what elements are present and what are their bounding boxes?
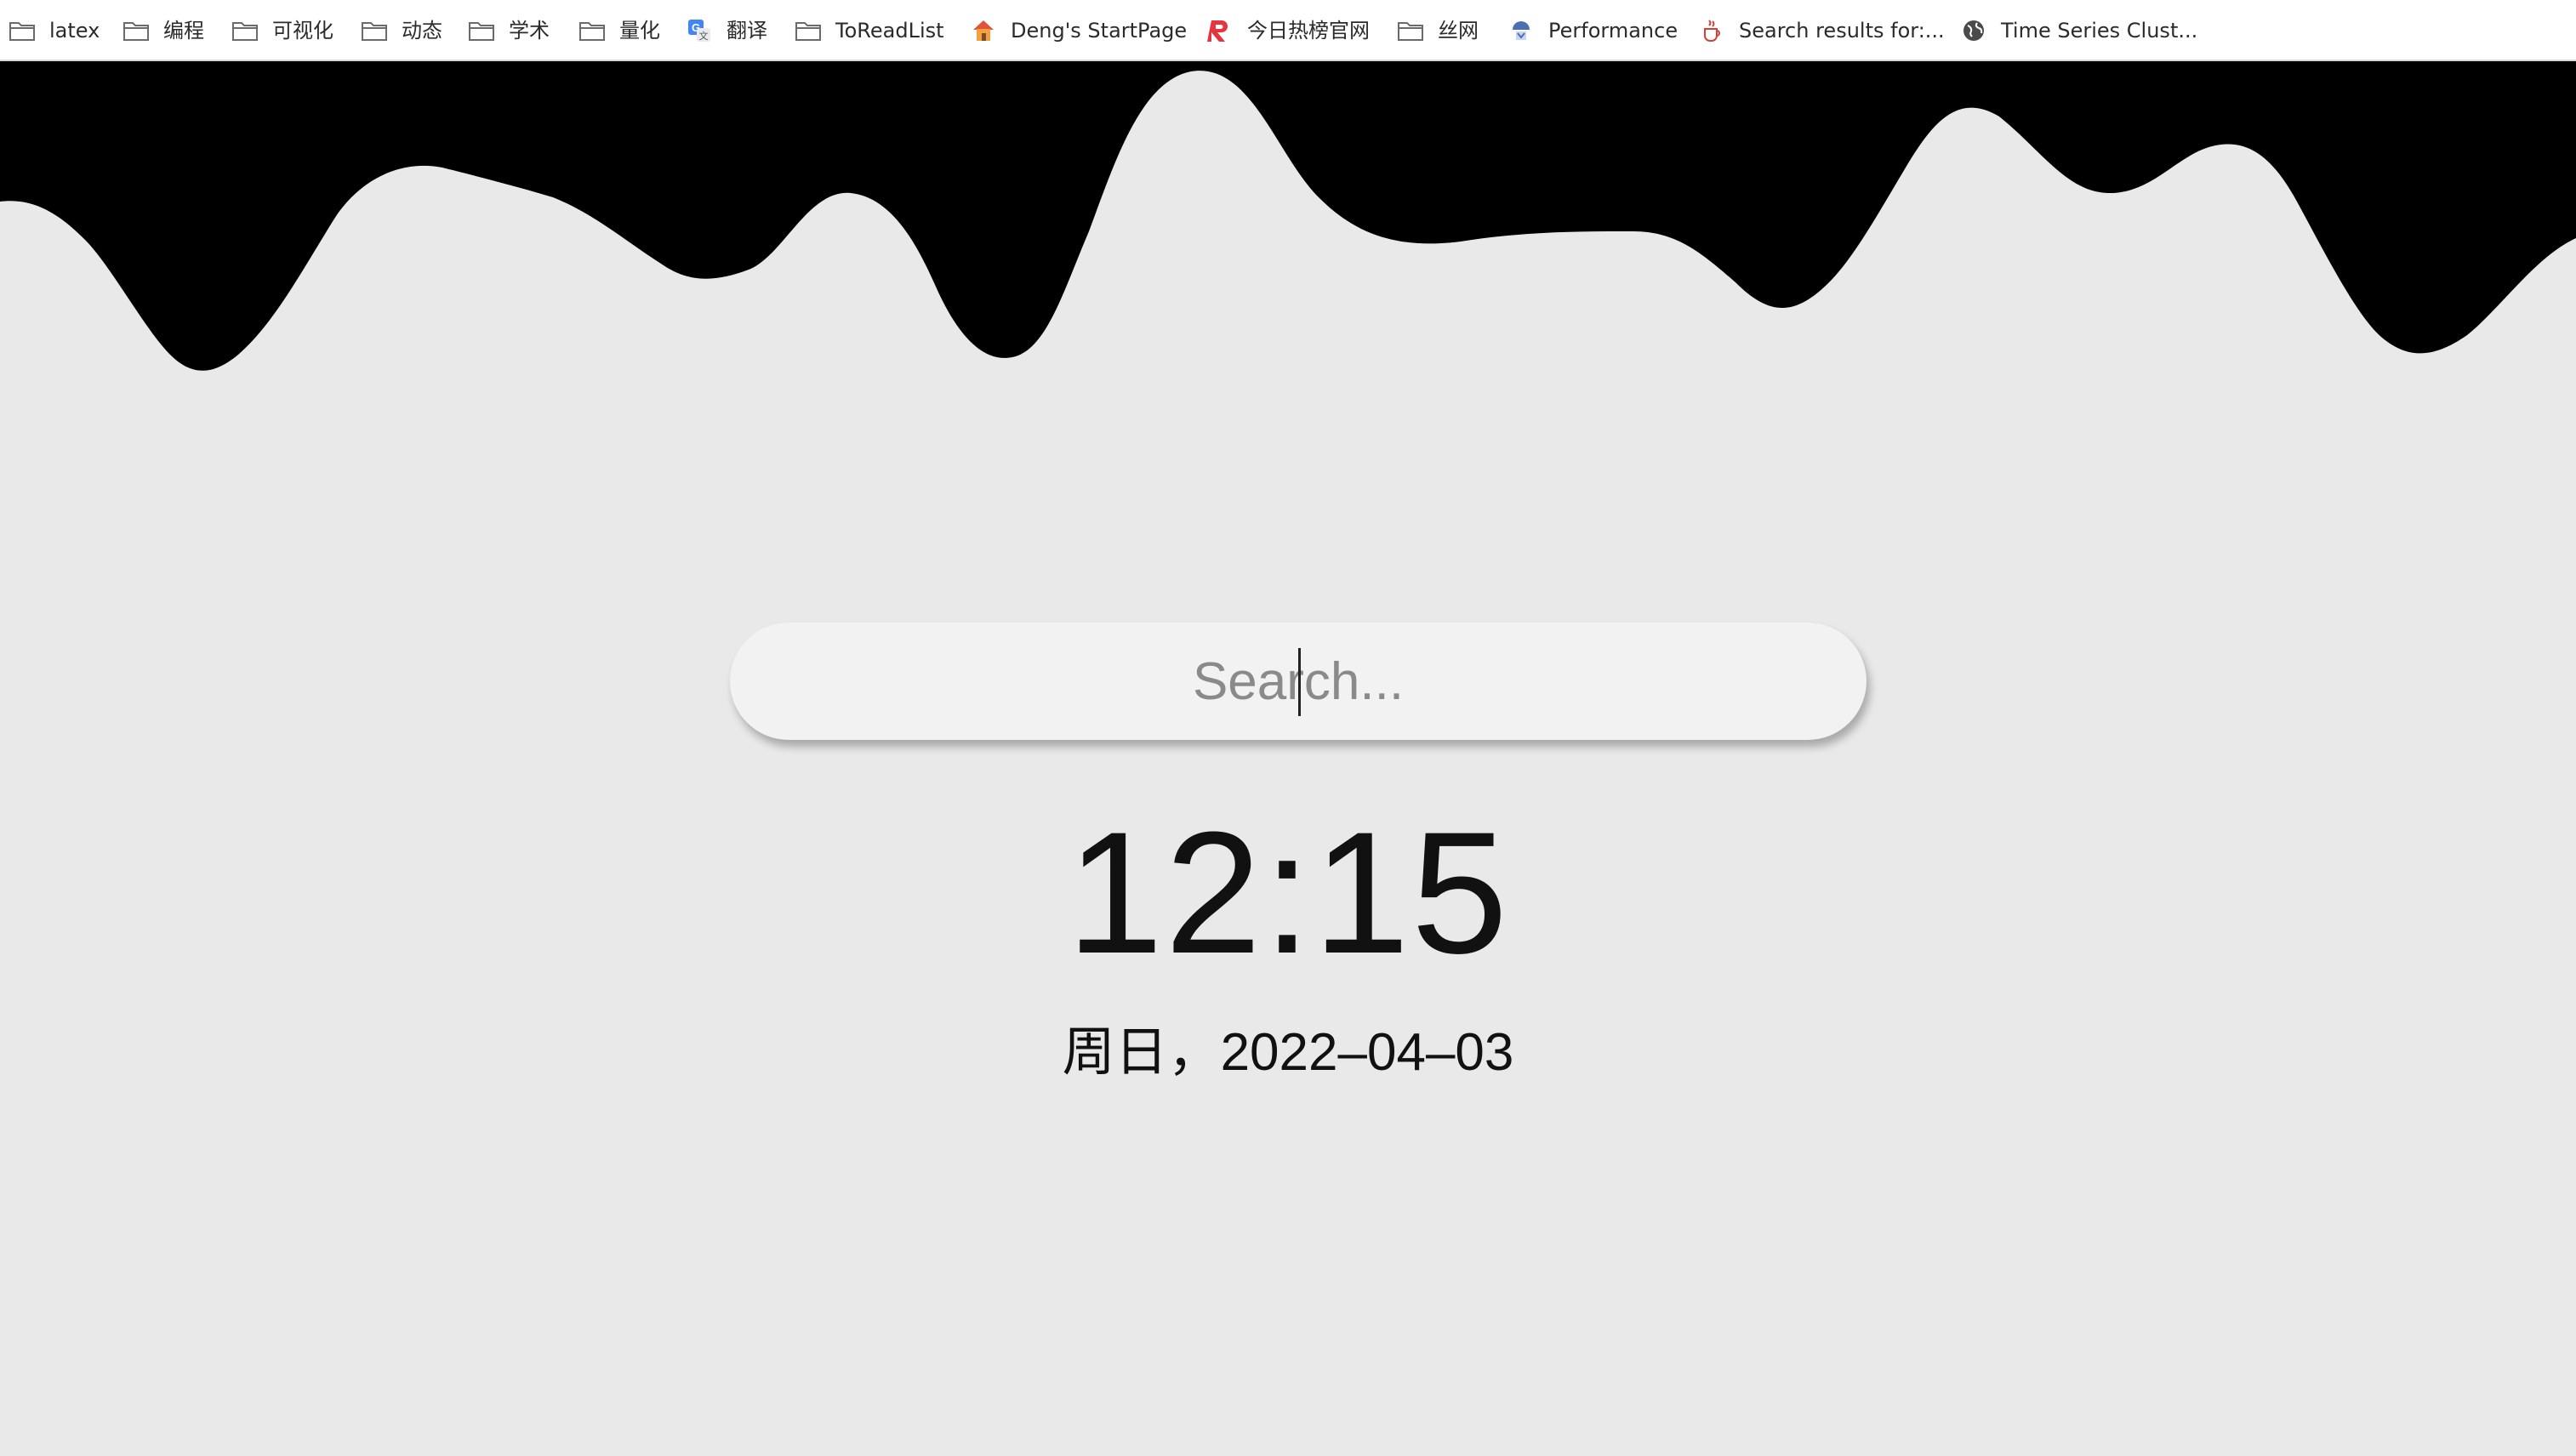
clock-time: 12:15 bbox=[1066, 796, 1510, 990]
svg-text:文: 文 bbox=[699, 30, 709, 42]
bookmark-deng-startpage[interactable]: Deng's StartPage bbox=[970, 15, 1187, 46]
folder-icon bbox=[9, 17, 36, 44]
bookmark-label: Performance bbox=[1548, 19, 1678, 43]
hero-wave bbox=[0, 61, 2576, 371]
clock-date: 周日，2022–04–03 bbox=[1062, 1023, 1514, 1082]
bookmarks-bar: latex 编程 可视化 动态 学术 量化 G文 翻译 ToReadList D… bbox=[0, 0, 2576, 61]
bookmark-label: 今日热榜官网 bbox=[1247, 19, 1370, 43]
globe-icon bbox=[1960, 17, 1987, 44]
bookmark-xueshu[interactable]: 学术 bbox=[468, 15, 550, 46]
bookmark-performance[interactable]: Performance bbox=[1507, 15, 1678, 46]
red-r-logo-icon bbox=[1206, 17, 1234, 44]
bookmark-label: 动态 bbox=[402, 19, 442, 43]
house-icon bbox=[970, 17, 997, 44]
performance-icon bbox=[1507, 17, 1535, 44]
bookmark-label: Search results for:... bbox=[1739, 19, 1945, 43]
bookmark-label: Deng's StartPage bbox=[1011, 19, 1188, 43]
bookmark-label: 量化 bbox=[619, 19, 660, 43]
google-translate-icon: G文 bbox=[686, 17, 713, 44]
java-cup-icon bbox=[1698, 17, 1725, 44]
bookmark-label: Time Series Clust... bbox=[2001, 19, 2198, 43]
folder-icon bbox=[468, 17, 495, 44]
bookmark-biancheng[interactable]: 编程 bbox=[123, 15, 204, 46]
wave-shape bbox=[0, 61, 2576, 371]
text-cursor bbox=[1298, 648, 1301, 716]
bookmark-toreadlist[interactable]: ToReadList bbox=[795, 15, 944, 46]
bookmark-label: 学术 bbox=[509, 19, 550, 43]
folder-icon bbox=[578, 17, 606, 44]
bookmark-label: 丝网 bbox=[1438, 19, 1479, 43]
folder-icon bbox=[795, 17, 822, 44]
bookmark-label: 翻译 bbox=[727, 19, 767, 43]
bookmark-search-results[interactable]: Search results for:... bbox=[1698, 15, 1945, 46]
bookmark-label: ToReadList bbox=[835, 19, 944, 43]
folder-icon bbox=[1397, 17, 1424, 44]
bookmark-label: 编程 bbox=[163, 19, 204, 43]
bookmark-dongtai[interactable]: 动态 bbox=[361, 15, 442, 46]
bookmark-jinri-rebang[interactable]: 今日热榜官网 bbox=[1206, 15, 1370, 46]
search-box bbox=[730, 623, 1866, 740]
folder-icon bbox=[231, 17, 259, 44]
bookmark-fanyi[interactable]: G文 翻译 bbox=[686, 15, 767, 46]
bookmark-latex[interactable]: latex bbox=[9, 15, 100, 46]
bookmark-label: 可视化 bbox=[272, 19, 333, 43]
folder-icon bbox=[361, 17, 388, 44]
bookmark-siwang[interactable]: 丝网 bbox=[1397, 15, 1479, 46]
bookmark-keshihua[interactable]: 可视化 bbox=[231, 15, 333, 46]
folder-icon bbox=[123, 17, 150, 44]
bookmark-lianghua[interactable]: 量化 bbox=[578, 15, 660, 46]
bookmark-time-series-clust[interactable]: Time Series Clust... bbox=[1960, 15, 2197, 46]
bookmark-label: latex bbox=[49, 19, 100, 43]
